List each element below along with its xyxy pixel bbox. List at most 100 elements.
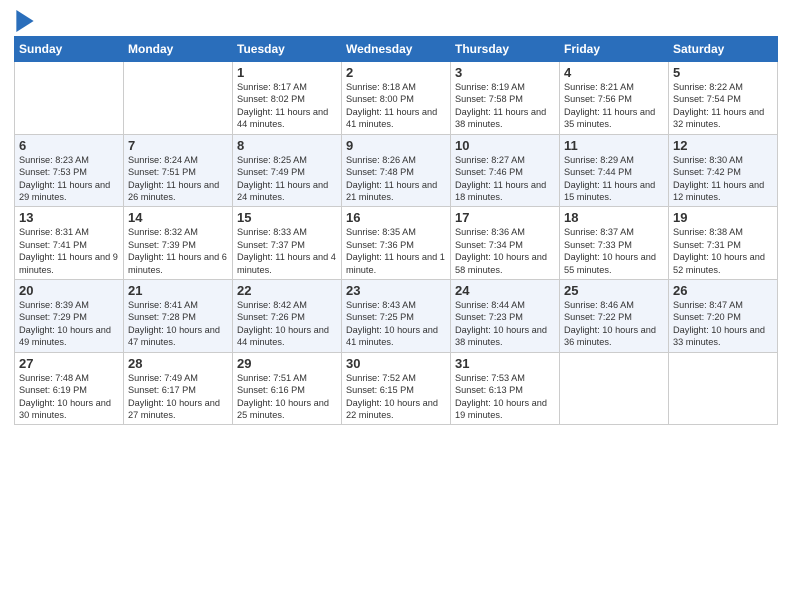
day-number: 3: [455, 65, 555, 80]
day-cell: 30Sunrise: 7:52 AMSunset: 6:15 PMDayligh…: [342, 352, 451, 425]
day-number: 6: [19, 138, 119, 153]
col-header-thursday: Thursday: [451, 37, 560, 62]
day-number: 17: [455, 210, 555, 225]
day-info: Sunrise: 7:48 AMSunset: 6:19 PMDaylight:…: [19, 372, 119, 422]
day-cell: 20Sunrise: 8:39 AMSunset: 7:29 PMDayligh…: [15, 280, 124, 353]
day-number: 7: [128, 138, 228, 153]
day-info: Sunrise: 8:33 AMSunset: 7:37 PMDaylight:…: [237, 226, 337, 276]
day-cell: 18Sunrise: 8:37 AMSunset: 7:33 PMDayligh…: [560, 207, 669, 280]
week-row-1: 1Sunrise: 8:17 AMSunset: 8:02 PMDaylight…: [15, 62, 778, 135]
day-info: Sunrise: 8:47 AMSunset: 7:20 PMDaylight:…: [673, 299, 773, 349]
day-number: 28: [128, 356, 228, 371]
day-number: 11: [564, 138, 664, 153]
day-info: Sunrise: 8:35 AMSunset: 7:36 PMDaylight:…: [346, 226, 446, 276]
day-cell: 25Sunrise: 8:46 AMSunset: 7:22 PMDayligh…: [560, 280, 669, 353]
col-header-tuesday: Tuesday: [233, 37, 342, 62]
day-number: 24: [455, 283, 555, 298]
day-info: Sunrise: 8:44 AMSunset: 7:23 PMDaylight:…: [455, 299, 555, 349]
day-info: Sunrise: 8:29 AMSunset: 7:44 PMDaylight:…: [564, 154, 664, 204]
day-info: Sunrise: 8:32 AMSunset: 7:39 PMDaylight:…: [128, 226, 228, 276]
day-number: 26: [673, 283, 773, 298]
day-cell: [124, 62, 233, 135]
day-info: Sunrise: 8:39 AMSunset: 7:29 PMDaylight:…: [19, 299, 119, 349]
day-number: 8: [237, 138, 337, 153]
day-number: 30: [346, 356, 446, 371]
day-info: Sunrise: 8:27 AMSunset: 7:46 PMDaylight:…: [455, 154, 555, 204]
day-cell: 26Sunrise: 8:47 AMSunset: 7:20 PMDayligh…: [669, 280, 778, 353]
day-cell: 29Sunrise: 7:51 AMSunset: 6:16 PMDayligh…: [233, 352, 342, 425]
day-number: 4: [564, 65, 664, 80]
day-info: Sunrise: 8:17 AMSunset: 8:02 PMDaylight:…: [237, 81, 337, 131]
day-info: Sunrise: 8:38 AMSunset: 7:31 PMDaylight:…: [673, 226, 773, 276]
day-number: 20: [19, 283, 119, 298]
day-info: Sunrise: 8:25 AMSunset: 7:49 PMDaylight:…: [237, 154, 337, 204]
day-info: Sunrise: 8:26 AMSunset: 7:48 PMDaylight:…: [346, 154, 446, 204]
day-cell: [15, 62, 124, 135]
day-cell: 24Sunrise: 8:44 AMSunset: 7:23 PMDayligh…: [451, 280, 560, 353]
day-info: Sunrise: 8:22 AMSunset: 7:54 PMDaylight:…: [673, 81, 773, 131]
day-cell: 22Sunrise: 8:42 AMSunset: 7:26 PMDayligh…: [233, 280, 342, 353]
header-row: SundayMondayTuesdayWednesdayThursdayFrid…: [15, 37, 778, 62]
day-number: 29: [237, 356, 337, 371]
day-info: Sunrise: 7:53 AMSunset: 6:13 PMDaylight:…: [455, 372, 555, 422]
calendar-header: SundayMondayTuesdayWednesdayThursdayFrid…: [15, 37, 778, 62]
day-number: 25: [564, 283, 664, 298]
day-number: 1: [237, 65, 337, 80]
day-cell: 4Sunrise: 8:21 AMSunset: 7:56 PMDaylight…: [560, 62, 669, 135]
week-row-5: 27Sunrise: 7:48 AMSunset: 6:19 PMDayligh…: [15, 352, 778, 425]
day-number: 14: [128, 210, 228, 225]
day-cell: 8Sunrise: 8:25 AMSunset: 7:49 PMDaylight…: [233, 134, 342, 207]
col-header-sunday: Sunday: [15, 37, 124, 62]
col-header-saturday: Saturday: [669, 37, 778, 62]
day-cell: 19Sunrise: 8:38 AMSunset: 7:31 PMDayligh…: [669, 207, 778, 280]
day-number: 19: [673, 210, 773, 225]
day-cell: 1Sunrise: 8:17 AMSunset: 8:02 PMDaylight…: [233, 62, 342, 135]
day-cell: 21Sunrise: 8:41 AMSunset: 7:28 PMDayligh…: [124, 280, 233, 353]
day-number: 22: [237, 283, 337, 298]
page: SundayMondayTuesdayWednesdayThursdayFrid…: [0, 0, 792, 612]
col-header-wednesday: Wednesday: [342, 37, 451, 62]
header: [14, 10, 778, 32]
day-cell: [669, 352, 778, 425]
day-cell: 23Sunrise: 8:43 AMSunset: 7:25 PMDayligh…: [342, 280, 451, 353]
day-number: 5: [673, 65, 773, 80]
day-cell: 6Sunrise: 8:23 AMSunset: 7:53 PMDaylight…: [15, 134, 124, 207]
day-number: 10: [455, 138, 555, 153]
day-cell: 3Sunrise: 8:19 AMSunset: 7:58 PMDaylight…: [451, 62, 560, 135]
day-cell: 28Sunrise: 7:49 AMSunset: 6:17 PMDayligh…: [124, 352, 233, 425]
day-cell: 5Sunrise: 8:22 AMSunset: 7:54 PMDaylight…: [669, 62, 778, 135]
day-info: Sunrise: 7:51 AMSunset: 6:16 PMDaylight:…: [237, 372, 337, 422]
day-cell: 12Sunrise: 8:30 AMSunset: 7:42 PMDayligh…: [669, 134, 778, 207]
week-row-3: 13Sunrise: 8:31 AMSunset: 7:41 PMDayligh…: [15, 207, 778, 280]
day-number: 12: [673, 138, 773, 153]
day-info: Sunrise: 8:19 AMSunset: 7:58 PMDaylight:…: [455, 81, 555, 131]
day-info: Sunrise: 8:46 AMSunset: 7:22 PMDaylight:…: [564, 299, 664, 349]
day-cell: 2Sunrise: 8:18 AMSunset: 8:00 PMDaylight…: [342, 62, 451, 135]
day-number: 23: [346, 283, 446, 298]
day-info: Sunrise: 8:21 AMSunset: 7:56 PMDaylight:…: [564, 81, 664, 131]
day-info: Sunrise: 8:31 AMSunset: 7:41 PMDaylight:…: [19, 226, 119, 276]
day-info: Sunrise: 8:18 AMSunset: 8:00 PMDaylight:…: [346, 81, 446, 131]
day-cell: 10Sunrise: 8:27 AMSunset: 7:46 PMDayligh…: [451, 134, 560, 207]
day-number: 16: [346, 210, 446, 225]
day-number: 27: [19, 356, 119, 371]
day-info: Sunrise: 8:37 AMSunset: 7:33 PMDaylight:…: [564, 226, 664, 276]
day-cell: 9Sunrise: 8:26 AMSunset: 7:48 PMDaylight…: [342, 134, 451, 207]
day-cell: [560, 352, 669, 425]
day-cell: 15Sunrise: 8:33 AMSunset: 7:37 PMDayligh…: [233, 207, 342, 280]
logo: [14, 10, 36, 32]
day-number: 21: [128, 283, 228, 298]
day-cell: 11Sunrise: 8:29 AMSunset: 7:44 PMDayligh…: [560, 134, 669, 207]
calendar-body: 1Sunrise: 8:17 AMSunset: 8:02 PMDaylight…: [15, 62, 778, 425]
day-cell: 13Sunrise: 8:31 AMSunset: 7:41 PMDayligh…: [15, 207, 124, 280]
day-info: Sunrise: 7:52 AMSunset: 6:15 PMDaylight:…: [346, 372, 446, 422]
day-info: Sunrise: 8:24 AMSunset: 7:51 PMDaylight:…: [128, 154, 228, 204]
day-info: Sunrise: 8:30 AMSunset: 7:42 PMDaylight:…: [673, 154, 773, 204]
week-row-2: 6Sunrise: 8:23 AMSunset: 7:53 PMDaylight…: [15, 134, 778, 207]
day-number: 9: [346, 138, 446, 153]
day-cell: 16Sunrise: 8:35 AMSunset: 7:36 PMDayligh…: [342, 207, 451, 280]
day-info: Sunrise: 8:41 AMSunset: 7:28 PMDaylight:…: [128, 299, 228, 349]
day-info: Sunrise: 8:43 AMSunset: 7:25 PMDaylight:…: [346, 299, 446, 349]
week-row-4: 20Sunrise: 8:39 AMSunset: 7:29 PMDayligh…: [15, 280, 778, 353]
day-info: Sunrise: 8:36 AMSunset: 7:34 PMDaylight:…: [455, 226, 555, 276]
